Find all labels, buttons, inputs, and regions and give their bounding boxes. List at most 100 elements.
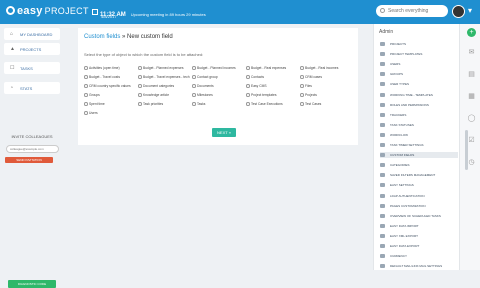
- radio-icon[interactable]: [192, 66, 196, 70]
- admin-item[interactable]: WORKFLOW: [380, 132, 458, 138]
- radio-icon[interactable]: [192, 84, 196, 88]
- object-type-option[interactable]: Test Case Executions: [246, 102, 308, 106]
- radio-icon[interactable]: [300, 75, 304, 79]
- add-icon[interactable]: +: [467, 28, 476, 37]
- admin-item[interactable]: EASY XML EXPORT: [380, 233, 458, 239]
- admin-item[interactable]: USERS: [380, 61, 458, 67]
- sidebar-item-projects[interactable]: ▲ PROJECTS: [4, 43, 60, 55]
- radio-icon[interactable]: [246, 66, 250, 70]
- admin-item[interactable]: TRACKERS: [380, 112, 458, 118]
- admin-item[interactable]: PROJECTS: [380, 41, 458, 47]
- admin-item[interactable]: EASY SETTINGS: [380, 182, 458, 188]
- radio-icon[interactable]: [246, 102, 250, 106]
- option-label: Activities (open time): [89, 66, 120, 70]
- calendar-icon[interactable]: ▦: [467, 92, 476, 101]
- clock-icon[interactable]: ◷: [467, 158, 476, 167]
- object-type-option[interactable]: Test Cases: [300, 102, 362, 106]
- object-type-option[interactable]: Budget - Real incomes: [300, 66, 362, 70]
- radio-icon[interactable]: [300, 66, 304, 70]
- sidebar-item-dashboard[interactable]: ⌂ MY DASHBOARD: [4, 28, 60, 40]
- radio-icon[interactable]: [84, 111, 88, 115]
- radio-icon[interactable]: [138, 75, 142, 79]
- object-type-option[interactable]: Easy CMS: [246, 84, 308, 88]
- object-type-option[interactable]: Budget - Real expenses: [246, 66, 308, 70]
- object-type-option[interactable]: Files: [300, 84, 362, 88]
- radio-icon[interactable]: [138, 93, 142, 97]
- object-type-option[interactable]: Document categories: [138, 84, 200, 88]
- radio-icon[interactable]: [246, 84, 250, 88]
- admin-item[interactable]: TASK STATUSES: [380, 122, 458, 128]
- object-type-option[interactable]: Users: [84, 111, 146, 115]
- checklist-icon[interactable]: ☑: [467, 136, 476, 145]
- radio-icon[interactable]: [192, 93, 196, 97]
- radio-icon[interactable]: [300, 84, 304, 88]
- mail-icon[interactable]: ✉: [467, 48, 476, 57]
- logo[interactable]: easy PROJECT: [6, 5, 89, 17]
- send-invitation-button[interactable]: SEND INVITATION: [5, 157, 53, 163]
- notification-icon[interactable]: ▾: [468, 7, 472, 15]
- admin-item[interactable]: ROLES AND PERMISSIONS: [380, 102, 458, 108]
- object-type-option[interactable]: Documents: [192, 84, 254, 88]
- object-type-option[interactable]: Budget - Planned incomes: [192, 66, 254, 70]
- radio-icon[interactable]: [192, 102, 196, 106]
- breadcrumb-link[interactable]: Custom fields: [84, 34, 120, 40]
- radio-icon[interactable]: [138, 84, 142, 88]
- pin-icon[interactable]: ◯: [467, 114, 476, 123]
- radio-icon[interactable]: [246, 93, 250, 97]
- object-type-option[interactable]: Projects: [300, 93, 362, 97]
- object-type-option[interactable]: Milestones: [192, 93, 254, 97]
- chart-icon[interactable]: ▤: [467, 70, 476, 79]
- admin-item[interactable]: CUSTOM FIELDS: [380, 152, 458, 159]
- radio-icon[interactable]: [246, 75, 250, 79]
- radio-icon[interactable]: [138, 66, 142, 70]
- sidebar-item-stats[interactable]: ◔ STATS: [4, 82, 60, 94]
- right-rail: + ✉ ▤ ▦ ◯ ☑ ◷: [459, 24, 480, 270]
- admin-item[interactable]: DEFAULT MAIL/LINK MAIL SETTINGS: [380, 263, 458, 269]
- search-icon[interactable]: [380, 8, 385, 13]
- object-type-option[interactable]: Project templates: [246, 93, 308, 97]
- admin-item[interactable]: PAGES CUSTOMIZATION: [380, 203, 458, 209]
- object-type-option[interactable]: Budget - Travel expenses - tech: [138, 75, 200, 79]
- radio-icon[interactable]: [192, 75, 196, 79]
- object-type-option[interactable]: Tasks: [192, 102, 254, 106]
- admin-item[interactable]: CURRENCY: [380, 253, 458, 259]
- admin-item[interactable]: EASY DATA IMPORT: [380, 223, 458, 229]
- invite-email-field[interactable]: [6, 145, 59, 153]
- admin-item[interactable]: WORKING TIME - TEMPLATES: [380, 92, 458, 98]
- object-type-option[interactable]: CRM country specific values: [84, 84, 146, 88]
- object-type-option[interactable]: Budget - Planned expenses: [138, 66, 200, 70]
- scrollbar[interactable]: [465, 130, 468, 170]
- radio-icon[interactable]: [84, 93, 88, 97]
- admin-item[interactable]: LDAP AUTHENTICATION: [380, 193, 458, 199]
- object-type-option[interactable]: Budget - Travel costs: [84, 75, 146, 79]
- avatar[interactable]: [452, 5, 465, 18]
- radio-icon[interactable]: [84, 102, 88, 106]
- object-type-option[interactable]: Knowledge article: [138, 93, 200, 97]
- admin-item[interactable]: TASK TIMER SETTINGS: [380, 142, 458, 148]
- search-input[interactable]: [376, 5, 448, 17]
- object-type-option[interactable]: Task priorities: [138, 102, 200, 106]
- object-type-option[interactable]: Activities (open time): [84, 66, 146, 70]
- upcoming-meeting[interactable]: Upcoming meeting in 89 hours 29 minutes: [131, 12, 206, 17]
- object-type-option[interactable]: Spent time: [84, 102, 146, 106]
- admin-item[interactable]: EASY DATA EXPORT: [380, 243, 458, 249]
- radio-icon[interactable]: [300, 93, 304, 97]
- radio-icon[interactable]: [84, 75, 88, 79]
- object-type-option[interactable]: Contacts: [246, 75, 308, 79]
- radio-icon[interactable]: [138, 102, 142, 106]
- admin-item[interactable]: GROUPS: [380, 71, 458, 77]
- next-button[interactable]: NEXT »: [212, 128, 236, 137]
- radio-icon[interactable]: [300, 102, 304, 106]
- diagnostic-button[interactable]: DIAGNOSTIC CODE: [8, 280, 56, 288]
- object-type-option[interactable]: Groups: [84, 93, 146, 97]
- admin-item[interactable]: CATEGORIES: [380, 162, 458, 168]
- admin-item[interactable]: PROJECT TEMPLATES: [380, 51, 458, 57]
- admin-item[interactable]: OVERVIEW OF SCHEDULED TASKS: [380, 213, 458, 219]
- radio-icon[interactable]: [84, 84, 88, 88]
- sidebar-item-tasks[interactable]: ☐ TASKS: [4, 62, 60, 74]
- radio-icon[interactable]: [84, 66, 88, 70]
- object-type-option[interactable]: Contact group: [192, 75, 254, 79]
- admin-item[interactable]: SAVED FILTERS MANAGEMENT: [380, 172, 458, 178]
- object-type-option[interactable]: CRM cases: [300, 75, 362, 79]
- admin-item[interactable]: USER TYPES: [380, 81, 458, 87]
